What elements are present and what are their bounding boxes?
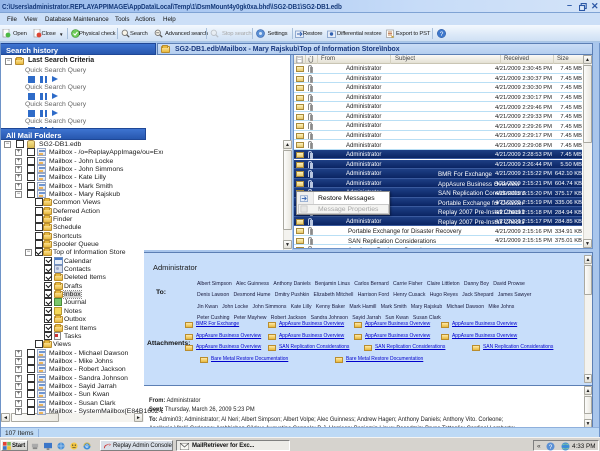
svg-text:e: e <box>85 443 89 450</box>
svg-text:?: ? <box>440 31 444 38</box>
